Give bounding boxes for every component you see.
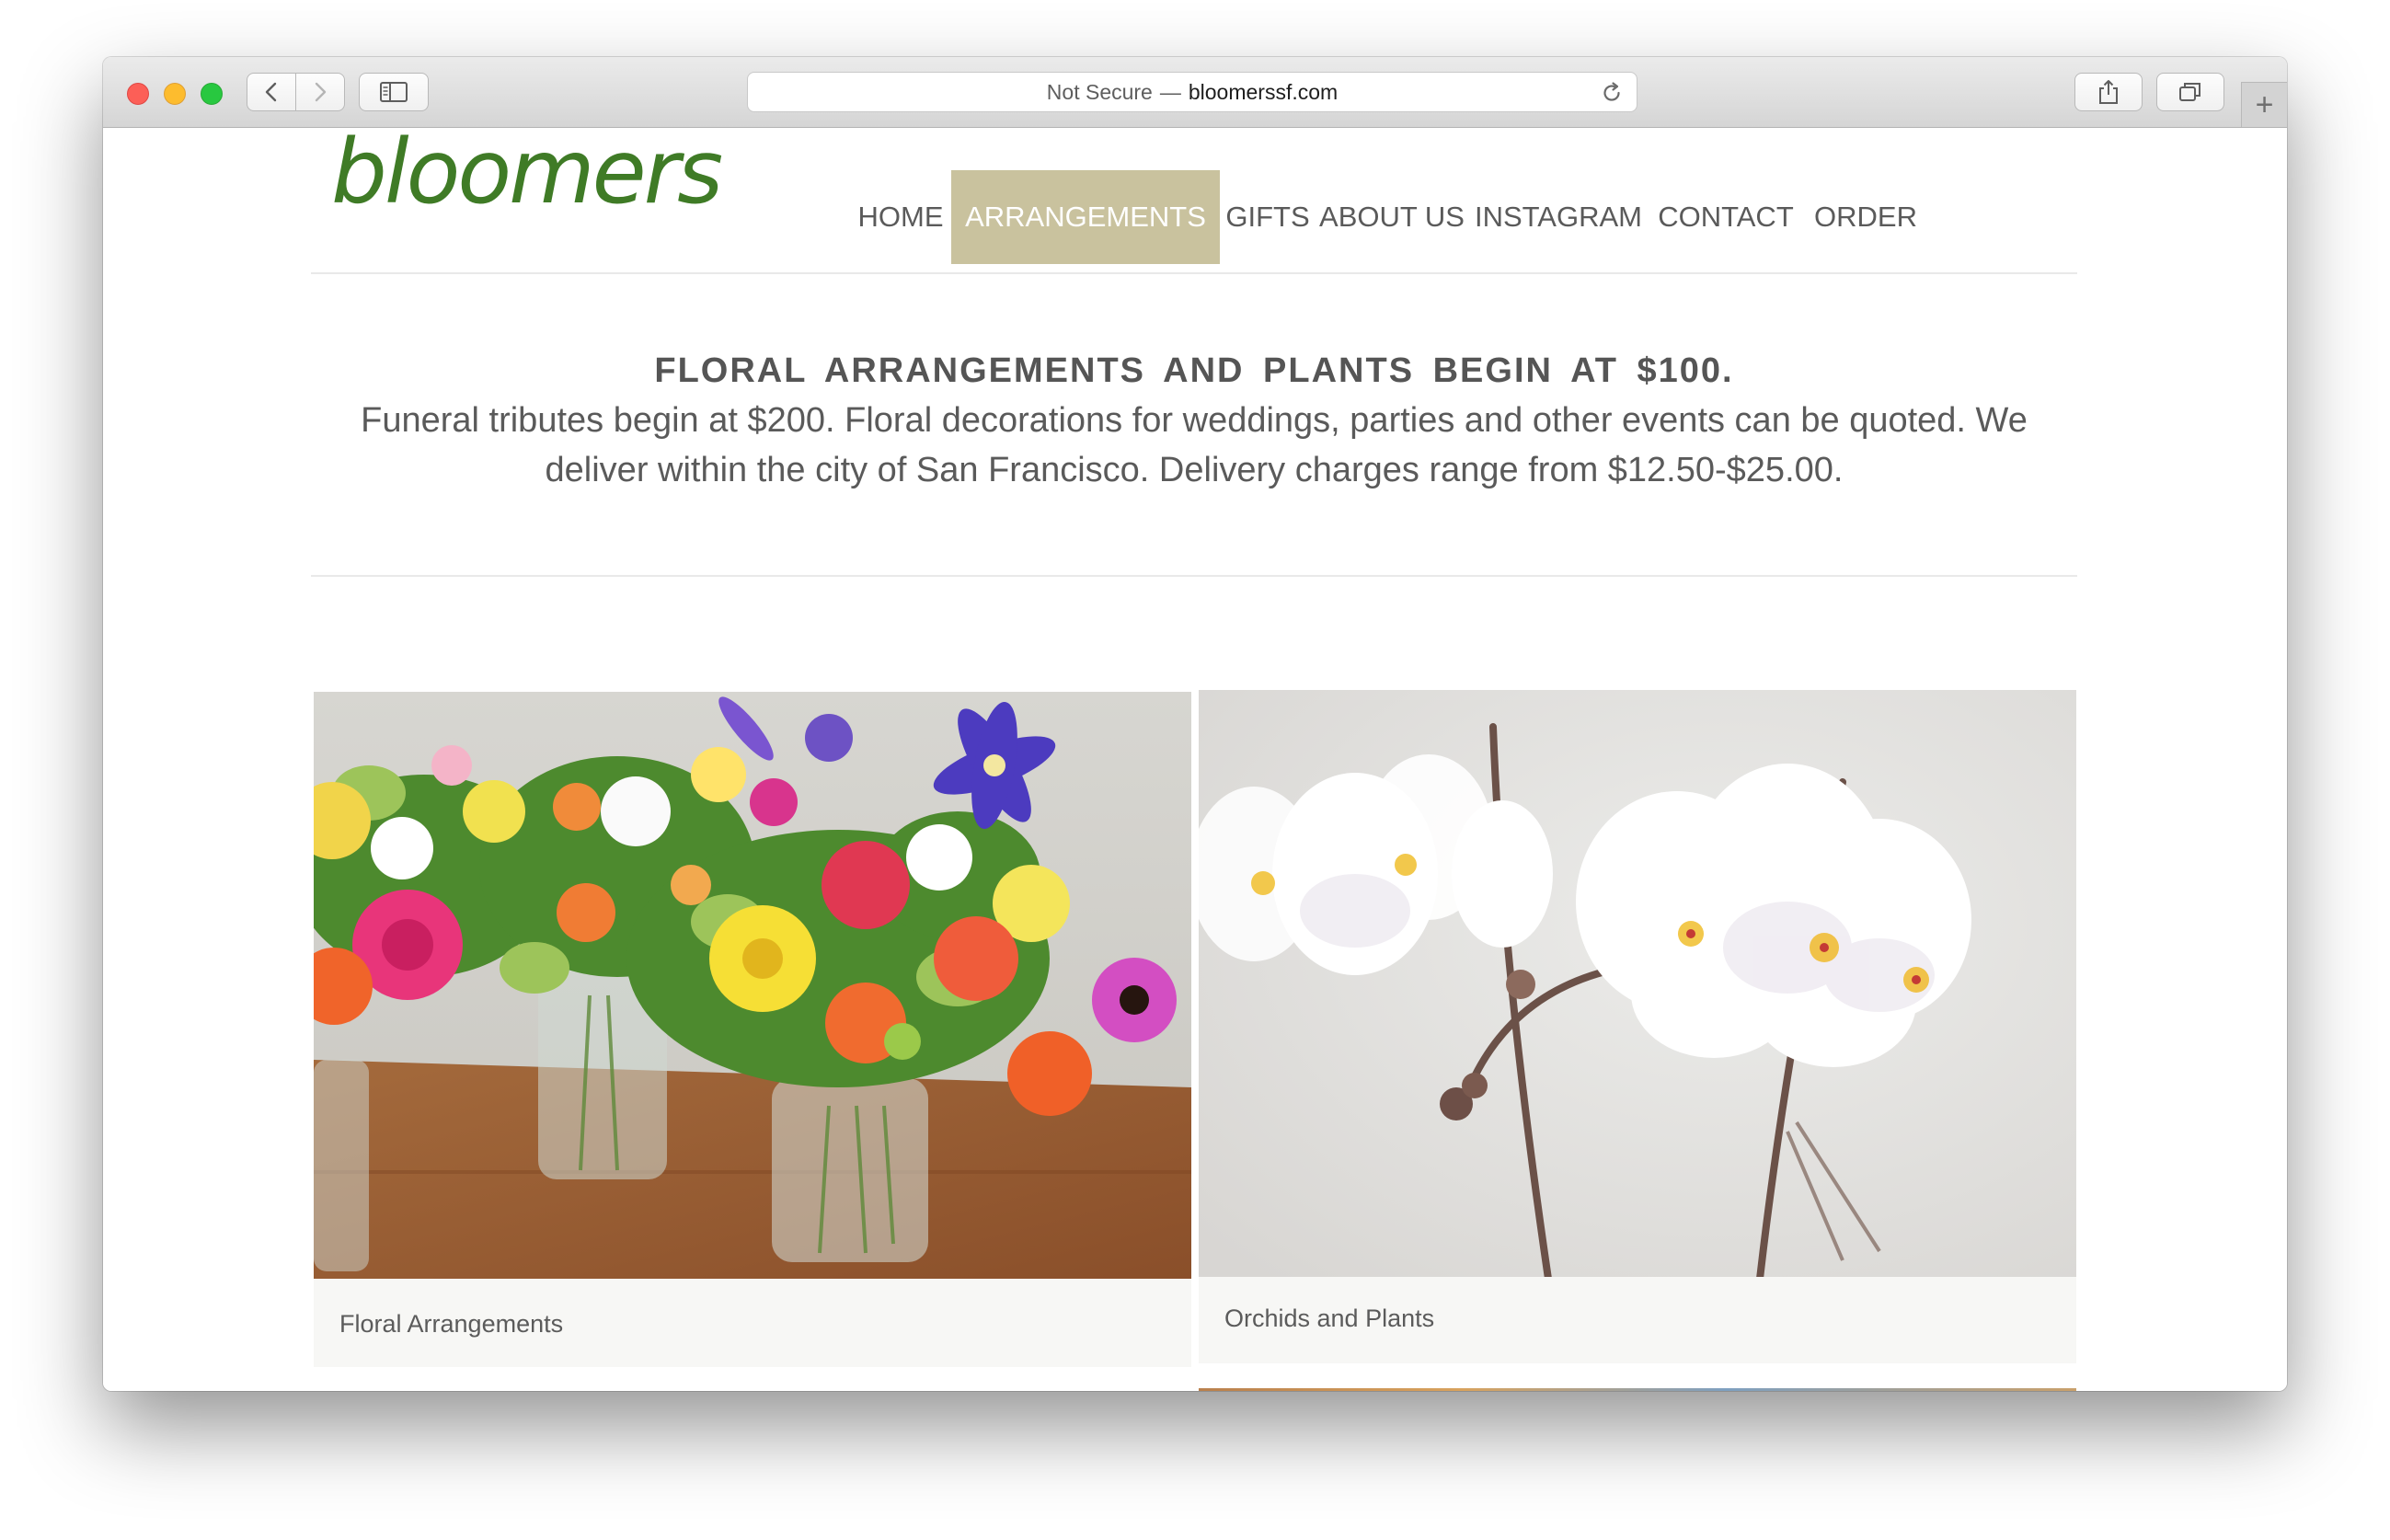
zoom-window-button[interactable] bbox=[201, 83, 223, 105]
tabs-overview-button[interactable] bbox=[2156, 73, 2224, 111]
gallery-caption-floral[interactable]: Floral Arrangements bbox=[339, 1310, 563, 1339]
address-host: bloomerssf.com bbox=[1188, 79, 1339, 104]
address-separator: — bbox=[1159, 79, 1181, 104]
intro-divider bbox=[311, 575, 2077, 577]
nav-contact[interactable]: CONTACT bbox=[1649, 170, 1803, 264]
share-button[interactable] bbox=[2074, 73, 2143, 111]
intro-body: Funeral tributes begin at $200. Floral d… bbox=[361, 401, 2028, 489]
gallery-caption-orchids[interactable]: Orchids and Plants bbox=[1224, 1304, 1434, 1333]
intro-section: FLORAL ARRANGEMENTS AND PLANTS BEGIN AT … bbox=[311, 346, 2077, 495]
gallery-card-floral[interactable]: Floral Arrangements bbox=[314, 692, 1191, 1367]
nav-about-us[interactable]: ABOUT US bbox=[1316, 170, 1468, 264]
forward-button[interactable] bbox=[295, 73, 345, 111]
orchids-photo[interactable] bbox=[1199, 690, 2076, 1277]
plus-icon: + bbox=[2255, 87, 2274, 122]
tabs-overview-icon bbox=[2179, 83, 2200, 101]
next-gallery-image-edge bbox=[1199, 1388, 2076, 1391]
gallery-card-orchids[interactable]: Orchids and Plants bbox=[1199, 690, 2076, 1363]
reload-icon bbox=[1603, 82, 1620, 101]
site-logo[interactable]: bloomers bbox=[331, 128, 723, 216]
web-page: bloomers HOME ARRANGEMENTS GIFTS ABOUT U… bbox=[103, 128, 2287, 1391]
intro-heading: FLORAL ARRANGEMENTS AND PLANTS BEGIN AT … bbox=[654, 351, 1734, 390]
security-label: Not Secure bbox=[1046, 79, 1153, 104]
chevron-right-icon bbox=[315, 82, 327, 102]
browser-toolbar: Not Secure — bloomerssf.com + bbox=[103, 57, 2287, 128]
nav-arrangements[interactable]: ARRANGEMENTS bbox=[951, 170, 1220, 264]
nav-order[interactable]: ORDER bbox=[1801, 170, 1930, 264]
share-icon bbox=[2099, 80, 2118, 104]
minimize-window-button[interactable] bbox=[164, 83, 186, 105]
nav-home[interactable]: HOME bbox=[848, 170, 953, 264]
header-divider bbox=[311, 272, 2077, 274]
browser-window: Not Secure — bloomerssf.com + bloomers H… bbox=[103, 57, 2287, 1391]
nav-gifts[interactable]: GIFTS bbox=[1218, 170, 1317, 264]
nav-instagram[interactable]: INSTAGRAM bbox=[1466, 170, 1650, 264]
close-window-button[interactable] bbox=[127, 83, 149, 105]
address-bar[interactable]: Not Secure — bloomerssf.com bbox=[747, 72, 1637, 112]
floral-arrangements-photo[interactable] bbox=[314, 692, 1191, 1279]
back-button[interactable] bbox=[247, 73, 296, 111]
sidebar-toggle-button[interactable] bbox=[359, 73, 429, 111]
new-tab-button[interactable]: + bbox=[2241, 82, 2287, 127]
sidebar-icon bbox=[380, 82, 408, 102]
chevron-left-icon bbox=[265, 82, 277, 102]
reload-button[interactable] bbox=[1600, 81, 1624, 110]
